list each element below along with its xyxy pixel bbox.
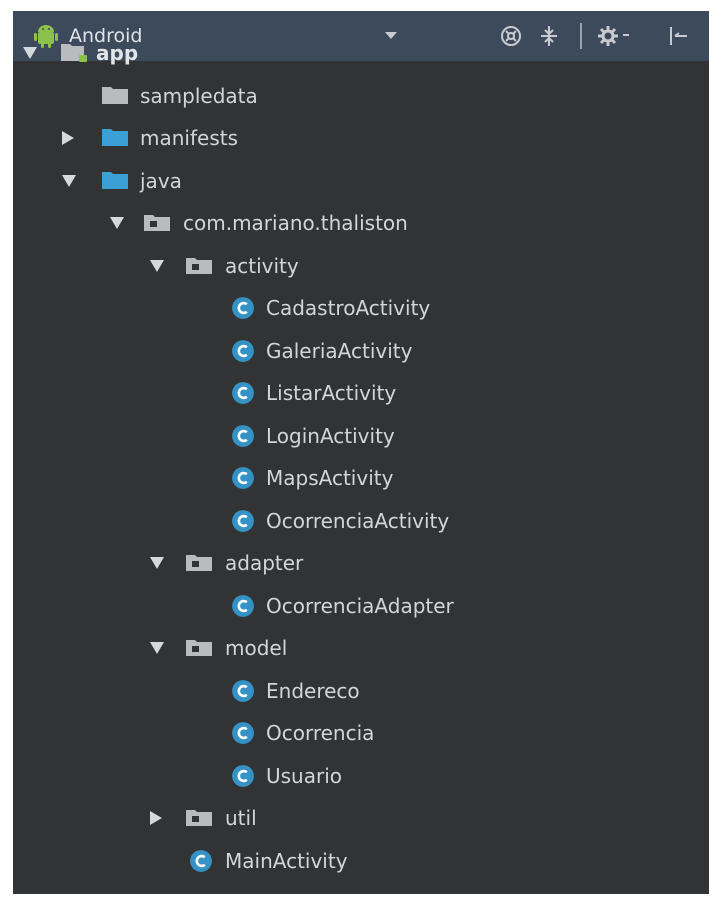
tree-item-label: util bbox=[225, 806, 257, 830]
tree-item-label: sampledata bbox=[140, 84, 258, 108]
tree-item-label: model bbox=[225, 636, 288, 660]
tree-item-label: ListarActivity bbox=[266, 381, 397, 405]
tree-item-cadastroactivity[interactable]: CadastroActivity bbox=[13, 291, 709, 325]
tree-item-endereco[interactable]: Endereco bbox=[13, 674, 709, 708]
tree-item-label: MainActivity bbox=[225, 849, 348, 873]
tree-item-label: Endereco bbox=[266, 679, 360, 703]
tree-item-label: GaleriaActivity bbox=[266, 339, 413, 363]
tree-item-ocorrenciaadapter[interactable]: OcorrenciaAdapter bbox=[13, 589, 709, 623]
collapse-arrow-icon[interactable] bbox=[150, 811, 162, 825]
blue-folder-icon bbox=[101, 126, 129, 148]
tree-item-label: com.mariano.thaliston bbox=[183, 211, 408, 235]
class-icon bbox=[231, 764, 259, 787]
tree-item-model[interactable]: model bbox=[13, 631, 709, 665]
expand-arrow-icon[interactable] bbox=[150, 642, 164, 654]
package-icon bbox=[185, 551, 213, 573]
class-icon bbox=[231, 721, 259, 744]
tree-item-sampledata[interactable]: sampledata bbox=[13, 79, 709, 113]
collapse-arrow-icon[interactable] bbox=[62, 131, 74, 145]
tree-item-label: app bbox=[96, 41, 139, 65]
package-icon bbox=[185, 254, 213, 276]
package-icon bbox=[185, 636, 213, 658]
tree-item-java[interactable]: java bbox=[13, 164, 709, 198]
tree-item-label: Ocorrencia bbox=[266, 721, 375, 745]
expand-arrow-icon[interactable] bbox=[150, 260, 164, 272]
blue-folder-icon bbox=[101, 169, 129, 191]
tree-item-label: CadastroActivity bbox=[266, 296, 431, 320]
tree-item-label: OcorrenciaActivity bbox=[266, 509, 450, 533]
class-icon bbox=[231, 466, 259, 489]
tree-item-adapter[interactable]: adapter bbox=[13, 546, 709, 580]
expand-arrow-icon[interactable] bbox=[62, 175, 76, 187]
tree-item-manifests[interactable]: manifests bbox=[13, 121, 709, 155]
tree-item-mainactivity[interactable]: MainActivity bbox=[13, 844, 709, 878]
tree-item-label: LoginActivity bbox=[266, 424, 395, 448]
module-folder-icon bbox=[60, 41, 88, 63]
tree-item-ocorrenciaactivity[interactable]: OcorrenciaActivity bbox=[13, 504, 709, 538]
tree-item-mapsactivity[interactable]: MapsActivity bbox=[13, 461, 709, 495]
tree-item-label: adapter bbox=[225, 551, 304, 575]
tree-item-label: OcorrenciaAdapter bbox=[266, 594, 454, 618]
tree-item-label: Usuario bbox=[266, 764, 343, 788]
project-panel: Android app sampledata manifests java co… bbox=[13, 11, 709, 894]
tree-item-util[interactable]: util bbox=[13, 801, 709, 835]
expand-arrow-icon[interactable] bbox=[23, 47, 37, 59]
tree-item-loginactivity[interactable]: LoginActivity bbox=[13, 419, 709, 453]
tree-item-label: MapsActivity bbox=[266, 466, 394, 490]
class-icon bbox=[231, 509, 259, 532]
class-icon bbox=[231, 594, 259, 617]
expand-arrow-icon[interactable] bbox=[110, 217, 124, 229]
class-icon bbox=[231, 339, 259, 362]
class-icon bbox=[231, 381, 259, 404]
class-icon bbox=[231, 424, 259, 447]
tree-item-label: java bbox=[140, 169, 182, 193]
package-icon bbox=[143, 211, 171, 233]
tree-item-ocorrencia[interactable]: Ocorrencia bbox=[13, 716, 709, 750]
tree-item-activity[interactable]: activity bbox=[13, 249, 709, 283]
tree-item-label: manifests bbox=[140, 126, 238, 150]
gray-folder-icon bbox=[101, 84, 129, 106]
tree-item-usuario[interactable]: Usuario bbox=[13, 759, 709, 793]
class-icon bbox=[231, 296, 259, 319]
class-icon bbox=[231, 679, 259, 702]
tree-item-label: activity bbox=[225, 254, 299, 278]
tree-item-listaractivity[interactable]: ListarActivity bbox=[13, 376, 709, 410]
tree-item-app[interactable]: app bbox=[13, 36, 709, 70]
package-icon bbox=[185, 806, 213, 828]
tree-item-galeriaactivity[interactable]: GaleriaActivity bbox=[13, 334, 709, 368]
expand-arrow-icon[interactable] bbox=[150, 557, 164, 569]
class-icon bbox=[189, 849, 217, 872]
tree-item-com-mariano-thaliston[interactable]: com.mariano.thaliston bbox=[13, 206, 709, 240]
